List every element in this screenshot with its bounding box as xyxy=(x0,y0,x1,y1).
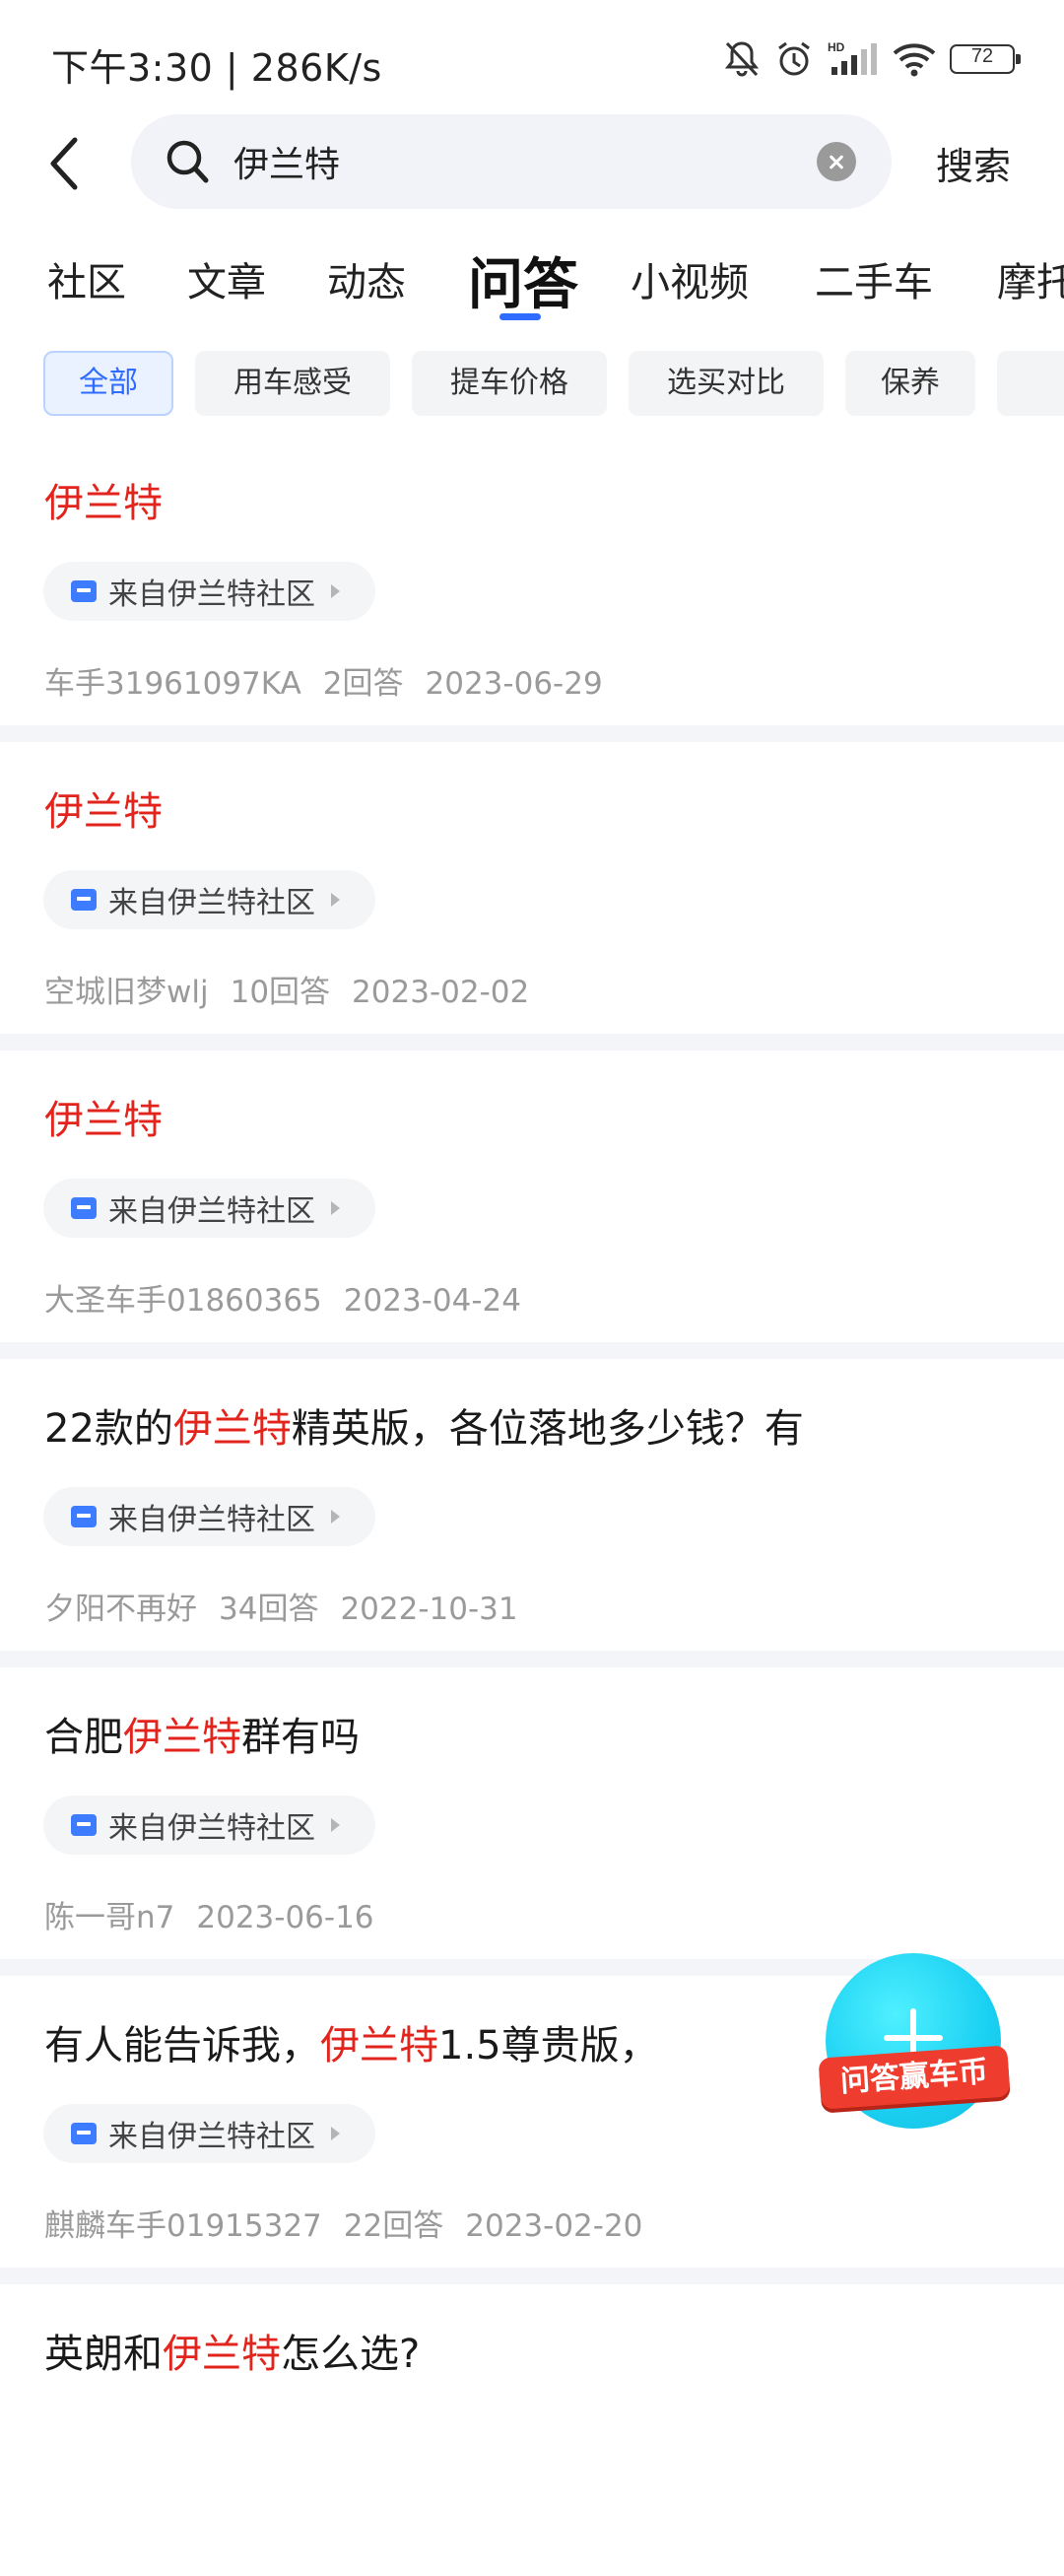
question-meta: 夕阳不再好 34回答 2022-10-31 xyxy=(44,1592,518,1627)
back-arrow-icon[interactable] xyxy=(45,136,85,191)
divider xyxy=(0,1342,1064,1359)
mute-bell-icon xyxy=(724,41,760,77)
chat-bubble-icon xyxy=(71,580,97,602)
question-title: 伊兰特 xyxy=(44,481,163,526)
community-tag-label: 来自伊兰特社区 xyxy=(108,1811,315,1846)
chevron-right-icon xyxy=(331,1201,340,1215)
status-icons: HD 72 xyxy=(723,39,1021,79)
list-item[interactable]: 伊兰特 来自伊兰特社区 车手31961097KA 2回答 2023-06-29 xyxy=(0,434,1064,725)
search-icon xyxy=(166,140,209,183)
community-tag[interactable]: 来自伊兰特社区 xyxy=(43,1487,375,1546)
chevron-right-icon xyxy=(331,584,340,598)
question-meta: 麒麟车手01915327 22回答 2023-02-20 xyxy=(44,2208,643,2244)
filter-chip-more[interactable] xyxy=(997,351,1064,416)
question-title: 伊兰特 xyxy=(44,1098,163,1143)
question-title: 有人能告诉我，伊兰特1.5尊贵版， xyxy=(44,2023,659,2068)
community-tag-label: 来自伊兰特社区 xyxy=(108,1503,315,1537)
community-tag-label: 来自伊兰特社区 xyxy=(108,886,315,920)
tab-community[interactable]: 社区 xyxy=(47,250,126,307)
alarm-icon xyxy=(778,41,810,76)
question-meta: 陈一哥n7 2023-06-16 xyxy=(44,1900,374,1935)
search-button[interactable]: 搜索 xyxy=(936,136,1011,190)
list-item[interactable]: 22款的伊兰特精英版，各位落地多少钱？有 来自伊兰特社区 夕阳不再好 34回答 20… xyxy=(0,1359,1064,1651)
question-list: 伊兰特 来自伊兰特社区 车手31961097KA 2回答 2023-06-29 伊兰… xyxy=(0,434,1064,2576)
chat-bubble-icon xyxy=(71,1197,97,1219)
battery-icon: 72 xyxy=(950,44,1021,74)
chat-bubble-icon xyxy=(71,1814,97,1836)
divider xyxy=(0,2268,1064,2284)
community-tag-label: 来自伊兰特社区 xyxy=(108,2120,315,2154)
community-tag-label: 来自伊兰特社区 xyxy=(108,577,315,612)
status-bar: 下午3:30 | 286K/s HD 72 xyxy=(0,0,1064,118)
battery-level: 72 xyxy=(970,45,994,67)
question-meta: 车手31961097KA 2回答 2023-06-29 xyxy=(44,666,603,702)
tab-motorcycles[interactable]: 摩托 xyxy=(997,250,1064,307)
chat-bubble-icon xyxy=(71,889,97,911)
list-item[interactable]: 合肥伊兰特群有吗 来自伊兰特社区 陈一哥n7 2023-06-16 xyxy=(0,1667,1064,1959)
filter-chip-compare[interactable]: 选买对比 xyxy=(629,351,824,416)
active-tab-indicator xyxy=(499,313,541,320)
tab-moments[interactable]: 动态 xyxy=(327,250,406,307)
tab-articles[interactable]: 文章 xyxy=(187,250,266,307)
community-tag-label: 来自伊兰特社区 xyxy=(108,1194,315,1229)
question-title: 合肥伊兰特群有吗 xyxy=(44,1715,360,1760)
community-tag[interactable]: 来自伊兰特社区 xyxy=(43,870,375,929)
filter-chip-all[interactable]: 全部 xyxy=(43,351,173,416)
tab-short-videos[interactable]: 小视频 xyxy=(631,250,749,307)
hd-signal-icon: HD xyxy=(828,40,877,75)
chat-bubble-icon xyxy=(71,1506,97,1527)
chevron-right-icon xyxy=(331,1510,340,1524)
filter-chip-experience[interactable]: 用车感受 xyxy=(195,351,390,416)
filter-chips: 全部 用车感受 提车价格 选买对比 保养 xyxy=(0,351,1064,416)
chevron-right-icon xyxy=(331,1818,340,1832)
status-time: 下午3:30 | 286K/s xyxy=(51,46,382,90)
question-title: 22款的伊兰特精英版，各位落地多少钱？有 xyxy=(44,1406,804,1452)
divider xyxy=(0,1651,1064,1667)
question-title: 英朗和伊兰特怎么选? xyxy=(44,2332,421,2377)
community-tag[interactable]: 来自伊兰特社区 xyxy=(43,562,375,621)
question-meta: 空城旧梦wlj 10回答 2023-02-02 xyxy=(44,975,530,1010)
divider xyxy=(0,1034,1064,1051)
chat-bubble-icon xyxy=(71,2123,97,2144)
community-tag[interactable]: 来自伊兰特社区 xyxy=(43,2104,375,2163)
list-item[interactable]: 英朗和伊兰特怎么选? xyxy=(0,2284,1064,2576)
chevron-right-icon xyxy=(331,2127,340,2140)
question-title: 伊兰特 xyxy=(44,789,163,835)
wifi-icon xyxy=(893,43,936,77)
list-item[interactable]: 伊兰特 来自伊兰特社区 大圣车手01860365 2023-04-24 xyxy=(0,1051,1064,1342)
tab-qa[interactable]: 问答 xyxy=(468,240,578,320)
search-input[interactable] xyxy=(233,136,785,187)
svg-text:HD: HD xyxy=(828,40,845,54)
community-tag[interactable]: 来自伊兰特社区 xyxy=(43,1796,375,1855)
ask-question-button[interactable]: 问答赢车币 xyxy=(818,1953,1011,2129)
filter-chip-maintenance[interactable]: 保养 xyxy=(845,351,975,416)
question-meta: 大圣车手01860365 2023-04-24 xyxy=(44,1283,521,1319)
community-tag[interactable]: 来自伊兰特社区 xyxy=(43,1179,375,1238)
list-item[interactable]: 伊兰特 来自伊兰特社区 空城旧梦wlj 10回答 2023-02-02 xyxy=(0,742,1064,1034)
filter-chip-price[interactable]: 提车价格 xyxy=(412,351,607,416)
clear-icon[interactable] xyxy=(817,142,856,181)
tab-used-cars[interactable]: 二手车 xyxy=(815,250,933,307)
divider xyxy=(0,725,1064,742)
category-tabs: 社区 文章 动态 问答 小视频 二手车 摩托 xyxy=(0,237,1064,325)
chevron-right-icon xyxy=(331,893,340,907)
search-box[interactable] xyxy=(131,114,892,209)
